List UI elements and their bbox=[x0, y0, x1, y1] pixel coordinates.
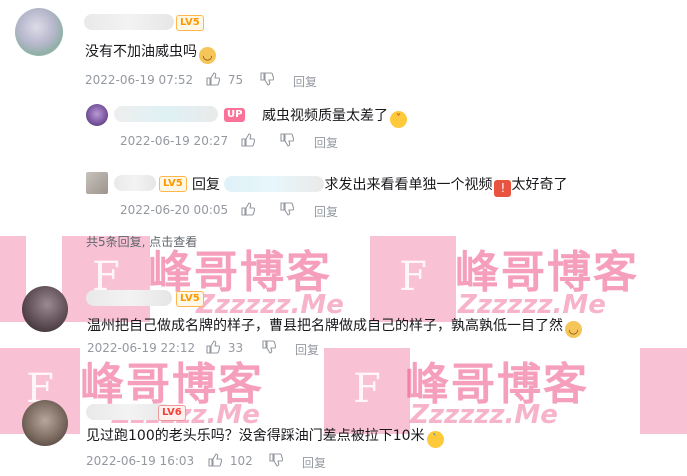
comment-text: 没有不加油威虫吗 ◡ bbox=[85, 41, 216, 64]
avatar[interactable] bbox=[22, 286, 68, 332]
level-badge: LV5 bbox=[159, 176, 187, 192]
thumb-up-icon bbox=[206, 72, 220, 86]
reply-button[interactable]: 回复 bbox=[314, 134, 338, 151]
thumb-down-icon bbox=[280, 202, 294, 216]
dislike-button[interactable] bbox=[262, 340, 276, 355]
thumb-down-icon bbox=[280, 133, 294, 147]
reply-time: 2022-06-20 00:05 bbox=[120, 203, 229, 217]
username[interactable] bbox=[114, 175, 156, 191]
level-badge: LV5 bbox=[176, 15, 204, 31]
reply-button[interactable]: 回复 bbox=[295, 341, 319, 358]
reply-button[interactable]: 回复 bbox=[293, 73, 317, 90]
like-button[interactable] bbox=[241, 202, 255, 216]
mentioned-username[interactable] bbox=[224, 176, 325, 192]
avatar[interactable] bbox=[22, 400, 68, 446]
reply-text: 威虫视频质量太差了 ˇ bbox=[262, 105, 407, 128]
doge-emoji-icon: ◡ bbox=[565, 321, 582, 338]
avatar[interactable] bbox=[86, 104, 108, 126]
comment-text: 温州把自己做成名牌的样子，曹县把名牌做成自己的样子，孰高孰低一目了然 ◡ bbox=[87, 315, 582, 338]
tongue-emoji-icon: ˇ bbox=[390, 111, 407, 128]
dislike-button[interactable] bbox=[280, 202, 294, 216]
reply-button[interactable]: 回复 bbox=[314, 203, 338, 220]
dislike-button[interactable] bbox=[280, 133, 294, 147]
thumb-up-icon bbox=[208, 453, 222, 467]
username[interactable] bbox=[86, 290, 172, 306]
thumb-up-icon bbox=[241, 202, 255, 216]
like-button[interactable]: 33 bbox=[206, 340, 243, 355]
dislike-button[interactable] bbox=[269, 453, 283, 468]
reply-text: 回复 求发出来看看单独一个视频! 太好奇了 bbox=[192, 176, 568, 197]
like-count: 75 bbox=[227, 73, 244, 87]
shocked-emoji-icon: ! bbox=[494, 180, 512, 197]
dislike-button[interactable] bbox=[260, 72, 274, 87]
comment-time: 2022-06-19 07:52 bbox=[85, 73, 194, 87]
view-more-replies-link[interactable]: 共5条回复, 点击查看 bbox=[86, 233, 197, 250]
comment-item: LV5 没有不加油威虫吗 ◡ 2022-06-19 07:52 75 回复 UP … bbox=[0, 0, 687, 249]
avatar[interactable] bbox=[15, 8, 63, 56]
comment-time: 2022-06-19 16:03 bbox=[86, 454, 195, 468]
like-count: 102 bbox=[229, 454, 253, 468]
sweat-emoji-icon: ˋ bbox=[426, 431, 444, 448]
like-button[interactable] bbox=[241, 133, 255, 147]
level-badge: LV5 bbox=[176, 291, 204, 307]
like-button[interactable]: 102 bbox=[208, 453, 253, 468]
thumb-up-icon bbox=[241, 133, 255, 147]
doge-emoji-icon: ◡ bbox=[199, 47, 216, 64]
level-badge: LV6 bbox=[158, 405, 186, 421]
thumb-down-icon bbox=[260, 72, 274, 86]
reply-button[interactable]: 回复 bbox=[302, 454, 326, 471]
up-badge: UP bbox=[224, 108, 246, 122]
comment-time: 2022-06-19 22:12 bbox=[87, 341, 196, 355]
username[interactable] bbox=[114, 106, 218, 122]
username[interactable] bbox=[84, 14, 174, 30]
comment-text: 见过跑100的老头乐吗？没舍得踩油门差点被拉下10米 ˋ bbox=[86, 425, 444, 448]
like-button[interactable]: 75 bbox=[206, 72, 243, 87]
comment-item: LV6 见过跑100的老头乐吗？没舍得踩油门差点被拉下10米 ˋ 2022-06-… bbox=[0, 396, 687, 476]
thumb-down-icon bbox=[269, 453, 283, 467]
thumb-down-icon bbox=[262, 340, 276, 354]
avatar[interactable] bbox=[86, 172, 108, 194]
reply-time: 2022-06-19 20:27 bbox=[120, 134, 229, 148]
thumb-up-icon bbox=[206, 340, 220, 354]
like-count: 33 bbox=[227, 341, 244, 355]
comment-item: LV5 温州把自己做成名牌的样子，曹县把名牌做成自己的样子，孰高孰低一目了然 ◡ … bbox=[0, 280, 687, 360]
